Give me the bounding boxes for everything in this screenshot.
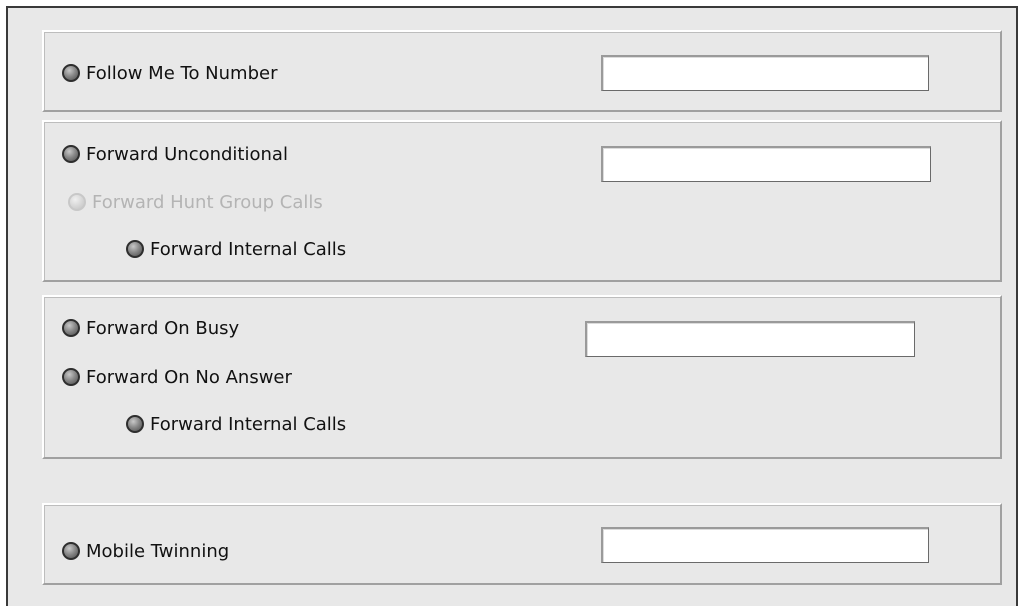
- radio-icon: [62, 542, 80, 560]
- follow-me-number-field[interactable]: [601, 55, 929, 91]
- forward-on-busy-label: Forward On Busy: [86, 317, 240, 339]
- forward-internal-calls-radio[interactable]: Forward Internal Calls: [126, 237, 346, 261]
- radio-icon: [62, 319, 80, 337]
- forward-on-busy-radio[interactable]: Forward On Busy: [62, 316, 239, 340]
- forward-unconditional-radio[interactable]: Forward Unconditional: [62, 142, 288, 166]
- forward-busy-no-answer-number-field[interactable]: [585, 321, 915, 357]
- forward-on-no-answer-label: Forward On No Answer: [86, 366, 292, 388]
- forward-internal-calls-label: Forward Internal Calls: [150, 238, 347, 260]
- forward-internal-calls-radio[interactable]: Forward Internal Calls: [126, 412, 346, 436]
- forward-unconditional-group: Forward Unconditional Forward Hunt Group…: [42, 120, 1002, 282]
- follow-me-group: Follow Me To Number: [42, 30, 1002, 112]
- forward-hunt-group-calls-radio[interactable]: Forward Hunt Group Calls: [68, 190, 323, 214]
- forward-busy-no-answer-group: Forward On Busy Forward On No Answer For…: [42, 295, 1002, 459]
- follow-me-label: Follow Me To Number: [86, 62, 278, 84]
- follow-me-radio[interactable]: Follow Me To Number: [62, 61, 278, 85]
- mobile-twinning-label: Mobile Twinning: [86, 540, 230, 562]
- forward-hunt-group-calls-label: Forward Hunt Group Calls: [92, 191, 323, 213]
- mobile-twinning-radio[interactable]: Mobile Twinning: [62, 539, 229, 563]
- radio-icon: [62, 145, 80, 163]
- forward-internal-calls-label: Forward Internal Calls: [150, 413, 347, 435]
- radio-icon: [68, 193, 86, 211]
- mobile-twinning-number-field[interactable]: [601, 527, 929, 563]
- forward-on-no-answer-radio[interactable]: Forward On No Answer: [62, 365, 292, 389]
- call-forwarding-panel: Follow Me To Number Forward Unconditiona…: [6, 6, 1018, 606]
- forward-unconditional-number-field[interactable]: [601, 146, 931, 182]
- radio-icon: [126, 240, 144, 258]
- radio-icon: [126, 415, 144, 433]
- forward-unconditional-label: Forward Unconditional: [86, 143, 288, 165]
- mobile-twinning-group: Mobile Twinning: [42, 503, 1002, 585]
- radio-icon: [62, 64, 80, 82]
- radio-icon: [62, 368, 80, 386]
